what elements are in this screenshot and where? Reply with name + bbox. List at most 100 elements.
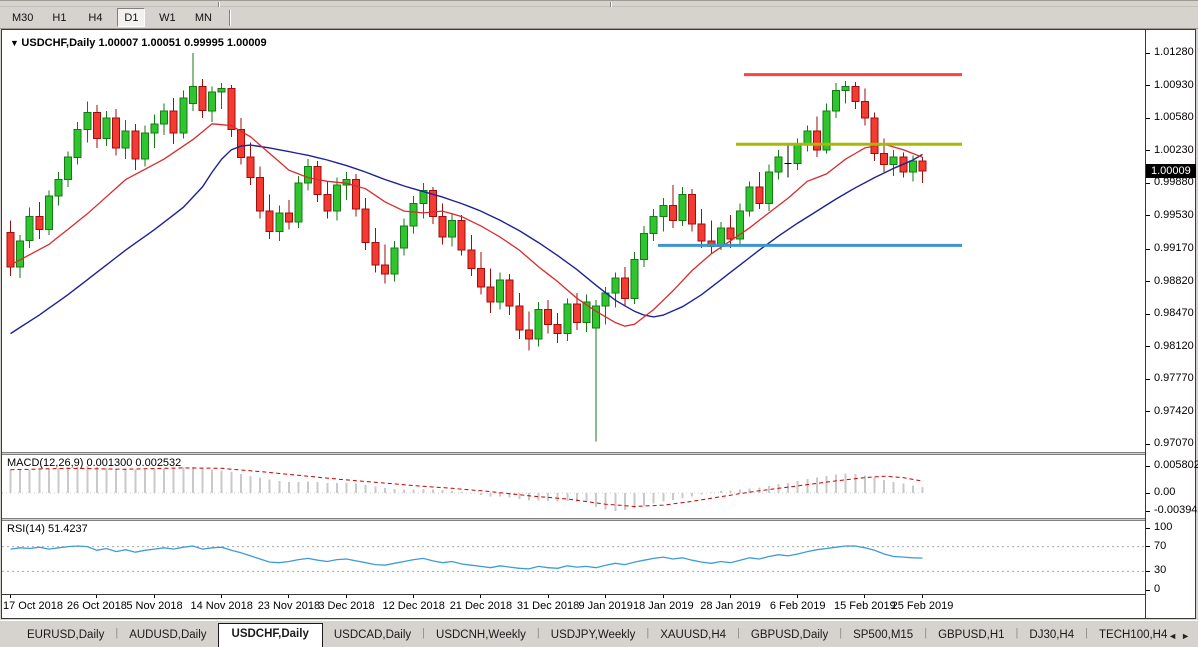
macd-histogram-group	[11, 466, 923, 511]
chart-window: ▼ USDCHF,Daily 1.00007 1.00051 0.99995 1…	[1, 29, 1196, 619]
chart-tab-usdchf[interactable]: USDCHF,Daily	[218, 623, 323, 647]
bull-candle	[45, 196, 52, 229]
timeframe-button-h1[interactable]: H1	[45, 8, 73, 27]
rsi-axis-label: 70	[1154, 540, 1166, 553]
macd-axis-tick	[1146, 493, 1150, 494]
bear-candle	[93, 113, 100, 139]
price-axis-label: 0.98470	[1154, 307, 1194, 320]
bear-candle	[573, 304, 580, 323]
bull-candle	[295, 183, 302, 222]
tab-scroll-left-arrow[interactable]: ◄	[1168, 631, 1181, 641]
price-axis-label: 0.97070	[1154, 437, 1194, 450]
price-axis-tick	[1146, 249, 1150, 250]
trendlines-group[interactable]	[658, 75, 962, 246]
chart-plot-area[interactable]: ▼ USDCHF,Daily 1.00007 1.00051 0.99995 1…	[2, 30, 1145, 618]
bear-candle	[506, 280, 513, 306]
bear-candle	[852, 87, 859, 102]
timeframe-button-w1[interactable]: W1	[153, 8, 181, 27]
price-axis-tick	[1146, 53, 1150, 54]
bear-candle	[257, 178, 264, 211]
timeframe-button-d1[interactable]: D1	[117, 8, 145, 27]
date-axis-label: 5 Nov 2018	[117, 600, 193, 612]
rsi-axis-tick	[1146, 590, 1150, 591]
bear-candle	[228, 89, 235, 130]
bull-candle	[641, 233, 648, 259]
bear-candle	[477, 269, 484, 288]
chart-tab-dj30[interactable]: DJ30,H4	[1018, 625, 1085, 647]
timeframe-button-h4[interactable]: H4	[81, 8, 109, 27]
bear-candle	[919, 161, 926, 171]
bear-candle	[669, 206, 676, 221]
price-axis-label: 0.99530	[1154, 209, 1194, 222]
price-axis-label: 1.00930	[1154, 79, 1194, 92]
bull-candle	[161, 111, 168, 124]
chart-tab-audusd[interactable]: AUDUSD,Daily	[118, 625, 217, 647]
bull-candle	[746, 187, 753, 211]
chart-tab-bar: EURUSD,Daily|AUDUSD,DailyUSDCHF,DailyUSD…	[0, 620, 1198, 647]
chart-tab-usdcad[interactable]: USDCAD,Daily	[323, 625, 422, 647]
price-axis[interactable]: 1.012801.009301.005801.002300.998800.995…	[1145, 30, 1195, 618]
bear-candle	[468, 250, 475, 269]
bear-candle	[7, 232, 14, 266]
bull-candle	[612, 278, 619, 293]
price-axis-label: 0.97420	[1154, 405, 1194, 418]
chart-tab-gbpusd[interactable]: GBPUSD,H1	[927, 625, 1015, 647]
timeframe-button-mn[interactable]: MN	[189, 8, 217, 27]
candles-group	[7, 53, 926, 441]
date-axis-tick	[797, 595, 798, 598]
price-pane-canvas[interactable]	[2, 30, 1145, 452]
bear-candle	[372, 243, 379, 265]
bear-candle	[381, 265, 388, 274]
date-axis-label: 6 Feb 2019	[760, 600, 836, 612]
rsi-pane-canvas[interactable]	[2, 521, 1145, 594]
price-axis-tick	[1146, 85, 1150, 86]
bear-candle	[525, 330, 532, 339]
date-axis-tick	[221, 595, 222, 598]
bull-candle	[410, 204, 417, 226]
chart-tab-eurusd[interactable]: EURUSD,Daily	[16, 625, 115, 647]
macd-axis-label: 0.005802	[1154, 459, 1198, 472]
macd-signal-line	[11, 468, 923, 507]
price-axis-label: 0.98120	[1154, 340, 1194, 353]
bull-candle	[305, 167, 312, 184]
date-axis-tick	[663, 595, 664, 598]
chart-tab-xauusd[interactable]: XAUUSD,H4	[649, 625, 737, 647]
date-axis-label: 12 Dec 2018	[376, 600, 452, 612]
chart-tab-gbpusd[interactable]: GBPUSD,Daily	[740, 625, 839, 647]
bull-candle	[679, 194, 686, 220]
bear-candle	[247, 157, 254, 177]
bear-candle	[813, 131, 820, 150]
chart-tab-sp500[interactable]: SP500,M15	[842, 625, 924, 647]
bear-candle	[113, 118, 120, 148]
rsi-axis-tick	[1146, 528, 1150, 529]
bull-candle	[218, 89, 225, 93]
tab-scroll-right-arrow[interactable]: ►	[1181, 631, 1194, 641]
chart-tab-usdcnh[interactable]: USDCNH,Weekly	[425, 625, 537, 647]
bull-candle	[189, 87, 196, 104]
bull-candle	[909, 161, 916, 172]
price-axis-tick	[1146, 379, 1150, 380]
date-axis-tick	[154, 595, 155, 598]
bear-candle	[362, 209, 369, 242]
date-axis-tick	[730, 595, 731, 598]
price-axis-label: 0.98820	[1154, 275, 1194, 288]
one-click-trading-toggle[interactable]: ▼	[10, 38, 21, 48]
bear-candle	[871, 118, 878, 153]
macd-axis-tick	[1146, 466, 1150, 467]
price-axis-tick	[1146, 150, 1150, 151]
bull-candle	[449, 220, 456, 237]
bull-candle	[401, 226, 408, 248]
price-axis-label: 0.97770	[1154, 372, 1194, 385]
date-axis-tick	[864, 595, 865, 598]
chart-tab-usdjpy[interactable]: USDJPY,Weekly	[540, 625, 647, 647]
date-axis[interactable]: 17 Oct 201826 Oct 20185 Nov 201814 Nov 2…	[2, 594, 1145, 618]
timeframe-button-m30[interactable]: M30	[8, 8, 37, 27]
bull-candle	[209, 92, 216, 111]
bear-candle	[324, 194, 331, 211]
bull-candle	[180, 98, 187, 133]
rsi-axis-label: 30	[1154, 564, 1166, 577]
price-axis-label: 1.00230	[1154, 144, 1194, 157]
chart-tab-tech100[interactable]: TECH100,H4	[1088, 625, 1174, 647]
bull-candle	[141, 133, 148, 159]
rsi-axis-label: 0	[1154, 583, 1160, 596]
